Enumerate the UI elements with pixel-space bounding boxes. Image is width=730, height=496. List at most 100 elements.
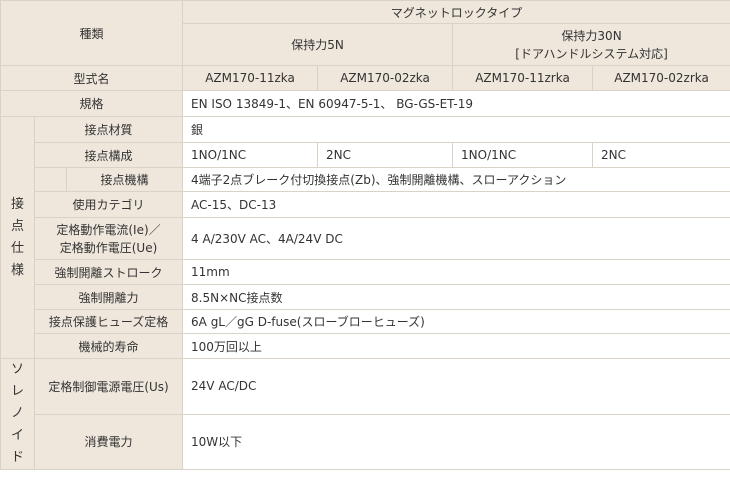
opening-force-row: 強制開離力 8.5N×NC接点数 xyxy=(1,284,730,310)
contact-config-cell: 1NO/1NC xyxy=(182,142,319,168)
model-cell: AZM170-11zka xyxy=(182,65,319,91)
contact-material-value-cell: 銀 xyxy=(182,116,730,143)
side-char: 接 xyxy=(10,196,24,212)
control-voltage-value: 24V AC/DC xyxy=(191,379,257,394)
contact-material-value: 銀 xyxy=(191,123,204,137)
model-name: AZM170-11zka xyxy=(205,71,295,85)
side-char: ド xyxy=(10,450,24,465)
control-voltage-label: 定格制御電源電圧(Us) xyxy=(48,379,169,394)
side-char: ソ xyxy=(10,362,24,377)
model-cell: AZM170-02zrka xyxy=(592,65,730,91)
model-name: AZM170-11zrka xyxy=(475,71,570,85)
standard-label: 規格 xyxy=(79,97,104,111)
opening-stroke-value-cell: 11mm xyxy=(182,259,730,285)
model-label: 型式名 xyxy=(73,71,110,86)
side-char: 様 xyxy=(10,262,24,278)
fuse-rating-value-cell: 6A gL／gG D-fuse(スローブローヒューズ) xyxy=(182,309,730,334)
contact-mechanism-value-cell: 4端子2点ブレーク付切換接点(Zb)、強制開離機構、スローアクション xyxy=(182,167,730,192)
control-voltage-value-cell: 24V AC/DC xyxy=(182,358,730,415)
usage-category-label: 使用カテゴリ xyxy=(72,198,145,212)
contact-config-value: 2NC xyxy=(326,148,352,162)
mechanical-life-value: 100万回以上 xyxy=(191,339,262,354)
opening-force-label-cell: 強制開離力 xyxy=(33,284,184,310)
contact-material-label-cell: 接点材質 xyxy=(33,116,184,143)
fuse-rating-row: 接点保護ヒューズ定格 6A gL／gG D-fuse(スローブローヒューズ) xyxy=(1,309,730,334)
opening-force-label: 強制開離力 xyxy=(78,290,139,305)
solenoid-side-label: ソ レ ノ イ ド xyxy=(0,358,35,470)
rated-current-voltage-value: 4 A/230V AC、4A/24V DC xyxy=(191,232,343,246)
side-char: レ xyxy=(10,384,24,399)
contact-config-value: 2NC xyxy=(601,148,627,162)
contact-mechanism-label-cell: 接点機構 xyxy=(65,167,184,192)
hold-force-5n-header: 保持力5N xyxy=(182,23,454,66)
standard-label-cell: 規格 xyxy=(0,90,184,117)
indent-cell xyxy=(34,167,67,192)
mechanical-life-row: 機械的寿命 100万回以上 xyxy=(1,333,730,359)
contact-mechanism-row: 接点機構 4端子2点ブレーク付切換接点(Zb)、強制開離機構、スローアクション xyxy=(1,167,730,192)
standard-value-cell: EN ISO 13849-1、EN 60947-5-1、 BG-GS-ET-19 xyxy=(182,90,730,117)
contact-config-cell: 1NO/1NC xyxy=(452,142,594,168)
usage-category-value-cell: AC-15、DC-13 xyxy=(182,191,730,218)
model-name: AZM170-02zrka xyxy=(614,71,709,85)
spec-table: 種類 マグネットロックタイプ 保持力5N 保持力30N [ドアハンドルシステム対… xyxy=(0,0,730,470)
mechanical-life-label: 機械的寿命 xyxy=(78,339,139,354)
model-label-cell: 型式名 xyxy=(0,65,184,91)
rated-current-voltage-value-cell: 4 A/230V AC、4A/24V DC xyxy=(182,217,730,260)
contact-config-value: 1NO/1NC xyxy=(191,148,247,162)
hold-force-5n-label: 保持力5N xyxy=(291,38,344,52)
standard-row: 規格 EN ISO 13849-1、EN 60947-5-1、 BG-GS-ET… xyxy=(0,90,730,117)
hold-force-30n-header: 保持力30N [ドアハンドルシステム対応] xyxy=(452,23,730,66)
model-name: AZM170-02zka xyxy=(340,71,430,85)
control-voltage-row: ソ レ ノ イ ド 定格制御電源電圧(Us) 24V AC/DC xyxy=(0,358,730,470)
contact-material-label: 接点材質 xyxy=(84,123,133,137)
opening-stroke-label-cell: 強制開離ストローク xyxy=(33,259,184,285)
opening-force-value-cell: 8.5N×NC接点数 xyxy=(182,284,730,310)
contact-config-label-cell: 接点構成 xyxy=(33,142,184,168)
opening-stroke-row: 強制開離ストローク 11mm xyxy=(1,259,730,285)
mechanical-life-value-cell: 100万回以上 xyxy=(182,333,730,359)
side-char: ノ xyxy=(10,406,24,421)
hold-force-30n-label: 保持力30N xyxy=(561,28,622,43)
side-char: 仕 xyxy=(10,240,24,256)
type-header-label: 種類 xyxy=(79,26,104,41)
contact-config-cell: 2NC xyxy=(317,142,454,168)
power-consumption-label: 消費電力 xyxy=(84,435,133,450)
contact-mechanism-value: 4端子2点ブレーク付切換接点(Zb)、強制開離機構、スローアクション xyxy=(191,173,567,187)
power-consumption-value: 10W以下 xyxy=(191,435,243,450)
magnet-lock-type-label: マグネットロックタイプ xyxy=(390,5,523,20)
usage-category-value: AC-15、DC-13 xyxy=(191,198,277,212)
side-char: イ xyxy=(10,428,24,443)
fuse-rating-value: 6A gL／gG D-fuse(スローブローヒューズ) xyxy=(191,315,425,329)
usage-category-row: 使用カテゴリ AC-15、DC-13 xyxy=(1,191,730,218)
contact-spec-side-label: 接 点 仕 様 xyxy=(0,116,35,359)
contact-config-row: 接点構成 1NO/1NC 2NC 1NO/1NC 2NC xyxy=(1,142,730,168)
control-voltage-label-cell: 定格制御電源電圧(Us) xyxy=(33,358,184,415)
rated-current-label: 定格動作電流(Ie)／ xyxy=(56,222,161,237)
power-consumption-value-cell: 10W以下 xyxy=(182,413,730,470)
usage-category-label-cell: 使用カテゴリ xyxy=(33,191,184,218)
contact-mechanism-label: 接点機構 xyxy=(100,173,149,187)
power-consumption-label-cell: 消費電力 xyxy=(33,413,184,470)
opening-stroke-value: 11mm xyxy=(191,265,230,279)
power-consumption-row: 消費電力 10W以下 xyxy=(1,413,730,470)
rated-voltage-label: 定格動作電圧(Ue) xyxy=(59,240,158,255)
contact-config-cell: 2NC xyxy=(592,142,730,168)
magnet-lock-type-header: マグネットロックタイプ xyxy=(182,0,730,24)
contact-config-value: 1NO/1NC xyxy=(461,148,517,162)
fuse-rating-label-cell: 接点保護ヒューズ定格 xyxy=(33,309,184,334)
model-row: 型式名 AZM170-11zka AZM170-02zka AZM170-11z… xyxy=(0,65,730,91)
fuse-rating-label: 接点保護ヒューズ定格 xyxy=(48,315,169,329)
model-cell: AZM170-11zrka xyxy=(452,65,594,91)
door-handle-system-note: [ドアハンドルシステム対応] xyxy=(515,46,668,61)
side-char: 点 xyxy=(10,218,24,234)
contact-material-row: 接 点 仕 様 接点材質 銀 xyxy=(0,116,730,359)
contact-config-label: 接点構成 xyxy=(84,148,133,163)
model-cell: AZM170-02zka xyxy=(317,65,454,91)
rated-current-voltage-row: 定格動作電流(Ie)／ 定格動作電圧(Ue) 4 A/230V AC、4A/24… xyxy=(1,217,730,260)
rated-current-voltage-label-cell: 定格動作電流(Ie)／ 定格動作電圧(Ue) xyxy=(33,217,184,260)
opening-force-value: 8.5N×NC接点数 xyxy=(191,290,283,305)
opening-stroke-label: 強制開離ストローク xyxy=(54,265,163,280)
standard-value: EN ISO 13849-1、EN 60947-5-1、 BG-GS-ET-19 xyxy=(191,97,473,111)
mechanical-life-label-cell: 機械的寿命 xyxy=(33,333,184,359)
type-header: 種類 xyxy=(0,0,184,66)
